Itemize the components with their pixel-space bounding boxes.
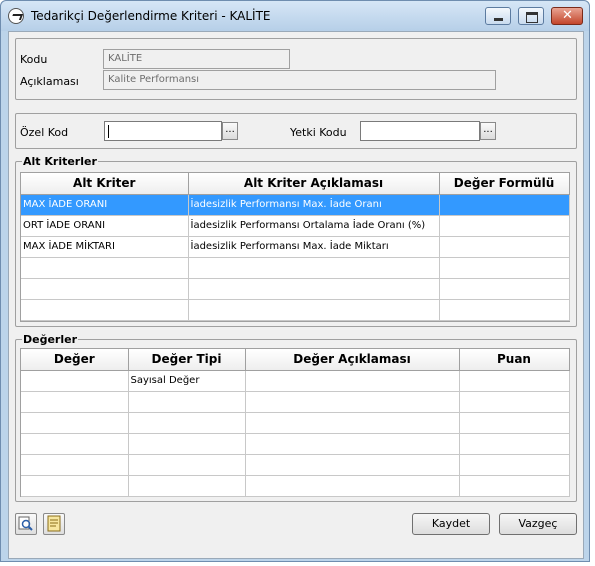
table-cell[interactable]	[21, 370, 129, 392]
table-cell[interactable]	[21, 454, 129, 476]
table-cell[interactable]	[245, 370, 460, 392]
table-cell[interactable]: MAX İADE MİKTARI	[21, 236, 189, 258]
table-cell[interactable]	[439, 194, 570, 216]
table-cell[interactable]	[128, 475, 246, 497]
table-row[interactable]	[21, 257, 570, 279]
degerler-group: Değerler Değer Değer Tipi Değer Açıklama…	[15, 333, 577, 502]
search-icon	[18, 516, 33, 531]
table-cell[interactable]	[459, 433, 570, 455]
table-cell[interactable]: İadesizlik Performansı Ortalama İade Ora…	[188, 215, 440, 237]
kodu-field[interactable]: KALİTE	[103, 49, 290, 69]
close-icon: ✕	[562, 8, 573, 23]
alt-kriterler-table: Alt Kriter Alt Kriter Açıklaması Değer F…	[21, 173, 570, 321]
table-row[interactable]	[21, 299, 570, 321]
table-cell[interactable]	[439, 257, 570, 279]
table-cell[interactable]	[459, 391, 570, 413]
table-cell[interactable]	[439, 215, 570, 237]
table-cell[interactable]: İadesizlik Performansı Max. İade Miktarı	[188, 236, 440, 258]
vazgec-button[interactable]: Vazgeç	[499, 513, 577, 535]
table-cell[interactable]	[21, 278, 189, 300]
table-cell[interactable]	[439, 278, 570, 300]
table-cell[interactable]	[245, 412, 460, 434]
table-row[interactable]	[21, 454, 570, 476]
degerler-grid: Değer Değer Tipi Değer Açıklaması Puan S…	[20, 348, 570, 497]
table-cell[interactable]	[21, 412, 129, 434]
column-header-puan[interactable]: Puan	[459, 349, 570, 371]
table-row[interactable]: MAX İADE ORANI İadesizlik Performansı Ma…	[21, 194, 570, 216]
ozel-kod-lookup-button[interactable]: ...	[222, 122, 238, 140]
table-header-row: Değer Değer Tipi Değer Açıklaması Puan	[21, 349, 570, 371]
window-title: Tedarikçi Değerlendirme Kriteri - KALİTE	[31, 9, 271, 23]
alt-kriterler-grid: Alt Kriter Alt Kriter Açıklaması Değer F…	[20, 172, 570, 322]
close-button[interactable]: ✕	[551, 7, 583, 25]
alt-kriterler-legend: Alt Kriterler	[22, 155, 98, 168]
aciklama-label: Açıklaması	[20, 75, 79, 88]
table-cell[interactable]	[21, 257, 189, 279]
document-icon	[47, 515, 61, 532]
dialog-body: Kodu KALİTE Açıklaması Kalite Performans…	[8, 31, 584, 559]
table-cell[interactable]: ORT İADE ORANI	[21, 215, 189, 237]
table-cell[interactable]	[21, 475, 129, 497]
kaydet-button[interactable]: Kaydet	[412, 513, 490, 535]
column-header-alt-kriter-aciklamasi[interactable]: Alt Kriter Açıklaması	[188, 173, 440, 195]
app-icon	[8, 8, 24, 24]
column-header-deger-formulu[interactable]: Değer Formülü	[439, 173, 570, 195]
table-cell[interactable]	[245, 391, 460, 413]
table-cell[interactable]	[21, 391, 129, 413]
table-cell[interactable]	[439, 299, 570, 321]
column-header-alt-kriter[interactable]: Alt Kriter	[21, 173, 189, 195]
table-row[interactable]	[21, 433, 570, 455]
maximize-button[interactable]	[518, 7, 544, 25]
text-caret	[108, 125, 109, 138]
table-cell[interactable]	[245, 433, 460, 455]
column-header-deger[interactable]: Değer	[21, 349, 129, 371]
kodu-label: Kodu	[20, 53, 48, 66]
table-cell[interactable]	[188, 299, 440, 321]
table-cell[interactable]: İadesizlik Performansı Max. İade Oranı	[188, 194, 440, 216]
table-row[interactable]	[21, 412, 570, 434]
table-cell[interactable]	[245, 454, 460, 476]
ozel-kod-label: Özel Kod	[20, 126, 69, 139]
ozel-kod-input[interactable]	[104, 121, 222, 141]
column-header-deger-tipi[interactable]: Değer Tipi	[128, 349, 246, 371]
table-cell[interactable]	[128, 433, 246, 455]
table-cell[interactable]	[439, 236, 570, 258]
table-cell[interactable]	[459, 412, 570, 434]
table-cell[interactable]	[21, 299, 189, 321]
table-cell[interactable]	[21, 433, 129, 455]
minimize-button[interactable]	[485, 7, 511, 25]
table-row[interactable]: ORT İADE ORANI İadesizlik Performansı Or…	[21, 215, 570, 237]
table-cell[interactable]	[128, 412, 246, 434]
table-cell[interactable]	[245, 475, 460, 497]
table-cell[interactable]	[459, 475, 570, 497]
header-group: Kodu KALİTE Açıklaması Kalite Performans…	[15, 38, 577, 100]
table-row[interactable]	[21, 278, 570, 300]
table-cell[interactable]: Sayısal Değer	[128, 370, 246, 392]
table-cell[interactable]	[128, 454, 246, 476]
yetki-kodu-lookup-button[interactable]: ...	[480, 122, 496, 140]
dialog-window: Tedarikçi Değerlendirme Kriteri - KALİTE…	[0, 0, 590, 562]
table-cell[interactable]	[459, 454, 570, 476]
yetki-kodu-input[interactable]	[360, 121, 480, 141]
table-cell[interactable]	[459, 370, 570, 392]
table-row[interactable]	[21, 475, 570, 497]
table-cell[interactable]	[188, 278, 440, 300]
degerler-table: Değer Değer Tipi Değer Açıklaması Puan S…	[21, 349, 570, 497]
table-cell[interactable]	[188, 257, 440, 279]
table-row[interactable]: MAX İADE MİKTARI İadesizlik Performansı …	[21, 236, 570, 258]
search-tool-button[interactable]	[15, 513, 37, 535]
title-bar[interactable]: Tedarikçi Değerlendirme Kriteri - KALİTE…	[1, 1, 589, 31]
alt-kriterler-group: Alt Kriterler Alt Kriter Alt Kriter Açık…	[15, 155, 577, 327]
table-row[interactable]	[21, 391, 570, 413]
table-cell[interactable]	[128, 391, 246, 413]
degerler-legend: Değerler	[22, 333, 79, 346]
filter-group: Özel Kod ... Yetki Kodu ...	[15, 113, 577, 149]
table-row[interactable]: Sayısal Değer	[21, 370, 570, 392]
document-tool-button[interactable]	[43, 513, 65, 535]
table-header-row: Alt Kriter Alt Kriter Açıklaması Değer F…	[21, 173, 570, 195]
column-header-deger-aciklamasi[interactable]: Değer Açıklaması	[245, 349, 460, 371]
yetki-kodu-label: Yetki Kodu	[290, 126, 347, 139]
table-cell[interactable]: MAX İADE ORANI	[21, 194, 189, 216]
aciklama-field[interactable]: Kalite Performansı	[103, 70, 496, 90]
